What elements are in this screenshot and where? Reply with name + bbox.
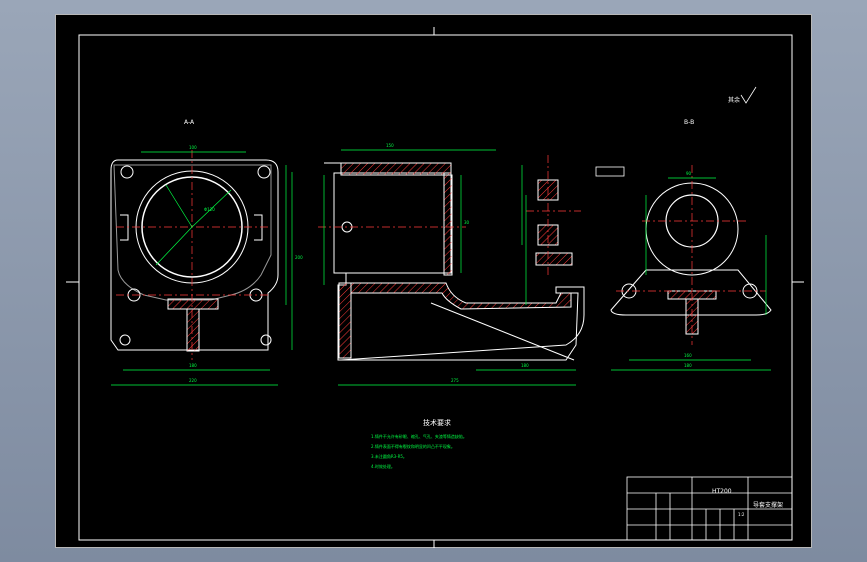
- tech-req-line-3: 3.未注圆角R3-R5。: [371, 454, 407, 459]
- tech-req-line-4: 4.时效处理。: [371, 464, 395, 469]
- dim-left-bottom: 180: [189, 363, 197, 368]
- title-block-scale: 1:2: [738, 512, 745, 517]
- tech-requirements: 技术要求 1.铸件不允许有砂眼、缩孔、气孔、夹渣等铸造缺陷。 2.铸件表面不得有…: [371, 419, 561, 469]
- right-dimensions: [611, 177, 771, 371]
- left-view-label: A-A: [184, 119, 195, 126]
- dim-left-overall: 220: [189, 378, 197, 383]
- dim-right-bottom: 180: [684, 363, 692, 368]
- middle-bottom-hatch: [338, 282, 352, 359]
- tech-req-line-2: 2.铸件表面不得有裂纹和明显的凹凸不平现象。: [371, 444, 455, 449]
- middle-side-hatch: [443, 174, 453, 276]
- dim-left-height: 200: [295, 255, 303, 260]
- datum-box: [595, 166, 625, 177]
- dim-middle-height: 30: [464, 220, 470, 225]
- tech-requirements-title: 技术要求: [423, 419, 451, 427]
- dim-right-top: 90: [686, 171, 692, 176]
- dim-left-dia: Φ120: [204, 207, 215, 212]
- dim-middle-top: 150: [386, 143, 394, 148]
- dim-middle-bottom: 275: [451, 378, 459, 383]
- middle-arm-hatch: [350, 282, 572, 310]
- right-view-label: B-B: [684, 119, 695, 126]
- title-block-material: HT200: [712, 488, 732, 495]
- dim-middle-length: 180: [521, 363, 529, 368]
- left-rib-hatch: [167, 298, 219, 310]
- dim-left-top: 100: [189, 145, 197, 150]
- dim-right-mid: 160: [684, 353, 692, 358]
- title-block-part-name: 导套支撑架: [753, 502, 784, 509]
- tech-req-line-1: 1.铸件不允许有砂眼、缩孔、气孔、夹渣等铸造缺陷。: [371, 434, 467, 439]
- roughness-note: 其余: [728, 97, 741, 104]
- middle-top-hatch: [340, 162, 452, 176]
- drawing-sheet: A-A B-B 其余 100 180 220 200 Φ120 150 275 …: [55, 14, 812, 548]
- roughness-symbol: [740, 86, 757, 104]
